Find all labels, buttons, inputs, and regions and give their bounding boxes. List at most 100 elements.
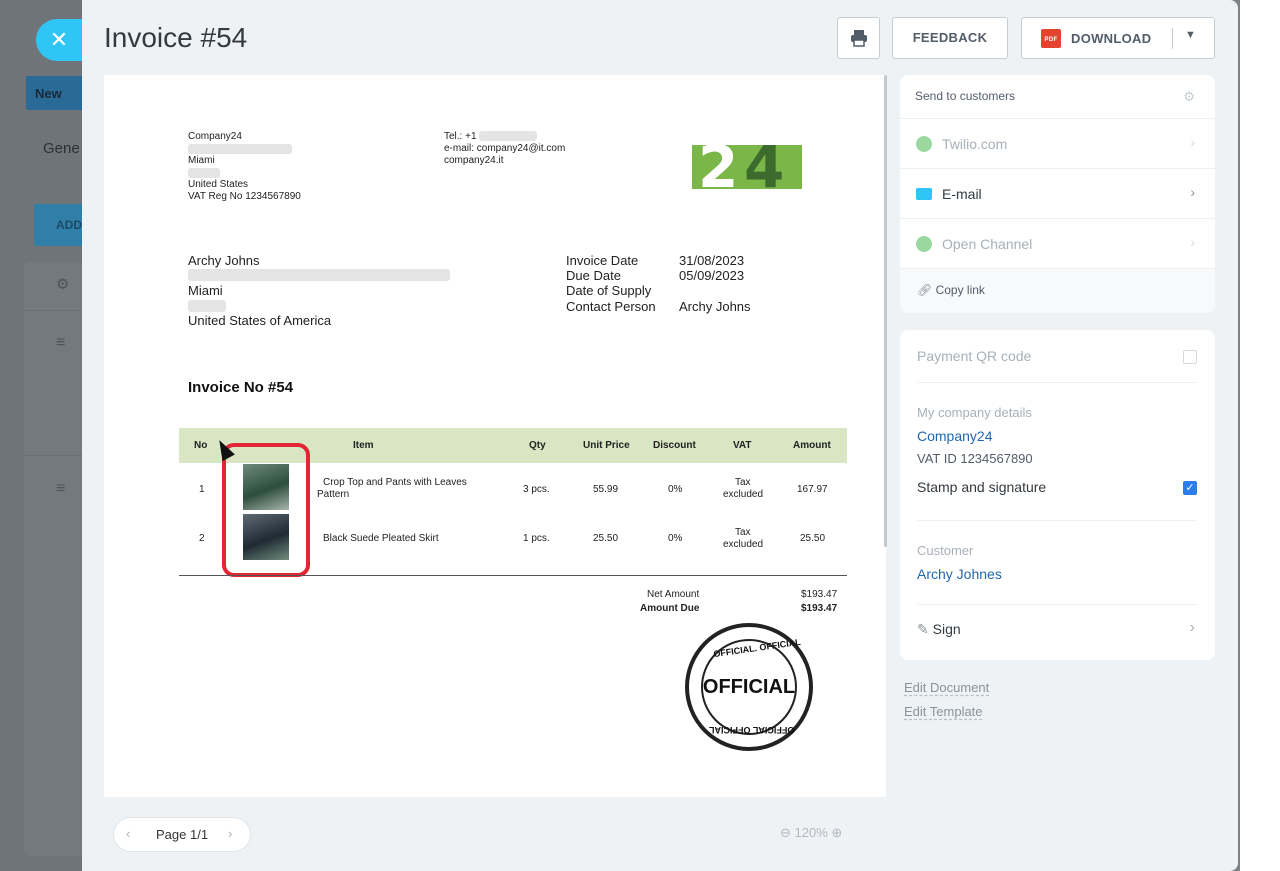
printer-icon	[850, 30, 867, 47]
table-cell-price: 55.99	[593, 484, 619, 495]
amount-due-value: $193.47	[801, 603, 838, 614]
zoom-level: 120%	[794, 825, 828, 840]
background-drag-icon: ≡	[56, 480, 66, 497]
net-amount-label: Net Amount	[647, 589, 700, 600]
zoom-out-icon[interactable]: ⊖	[780, 825, 791, 840]
column-header: Amount	[793, 440, 831, 451]
company-city: Miami	[188, 155, 215, 166]
table-cell-amount: 167.97	[797, 484, 828, 495]
customer-name-link[interactable]: Archy Johnes	[917, 566, 1002, 582]
link-icon: 🔗︎	[917, 283, 933, 297]
table-cell-discount: 0%	[668, 484, 683, 495]
highlight-box	[222, 443, 310, 577]
page-title: Invoice #54	[104, 22, 248, 53]
download-button[interactable]: PDF DOWNLOAD ▼	[1021, 17, 1215, 59]
whatsapp-icon	[916, 136, 932, 152]
chat-icon	[916, 236, 932, 252]
edit-template-link[interactable]: Edit Template	[904, 704, 983, 719]
chevron-right-icon[interactable]: ›	[228, 826, 232, 841]
company-phone: Tel.: +1	[444, 131, 477, 142]
column-header: Qty	[529, 440, 546, 451]
document-scrollbar[interactable]	[884, 75, 887, 547]
zoom-in-icon[interactable]: ⊕	[831, 825, 842, 840]
send-card-header: Send to customers	[915, 89, 1016, 103]
column-header: Unit Price	[583, 440, 630, 451]
download-label: DOWNLOAD	[1071, 31, 1152, 46]
net-amount-value: $193.47	[801, 589, 838, 600]
background-gear-icon: ⚙	[56, 276, 70, 293]
chevron-right-icon: ›	[1189, 619, 1195, 636]
logo-digit-4: 4	[744, 145, 785, 189]
divider	[917, 382, 1197, 383]
background-panel	[24, 262, 82, 856]
meta-label: Contact Person	[566, 299, 656, 314]
background-add-button: ADD	[34, 204, 82, 246]
channel-email[interactable]: E-mail ›	[900, 168, 1215, 218]
background-divider	[24, 455, 82, 456]
table-cell-discount: 0%	[668, 533, 683, 544]
page-navigator: ‹ Page 1/1 ›	[114, 818, 250, 851]
table-cell-no: 2	[199, 533, 205, 544]
company-section-label: My company details	[917, 405, 1032, 420]
table-cell-item: Pattern	[317, 489, 350, 500]
sign-button[interactable]: ✎ Sign	[917, 621, 961, 638]
button-separator	[1172, 28, 1173, 49]
column-header: VAT	[733, 440, 752, 451]
meta-value: Archy Johns	[679, 299, 751, 314]
feedback-button[interactable]: FEEDBACK	[892, 17, 1008, 59]
chevron-right-icon: ›	[1190, 184, 1195, 200]
redacted-text	[188, 269, 450, 281]
print-button[interactable]	[837, 17, 880, 59]
copy-link-button[interactable]: 🔗︎ Copy link	[917, 283, 985, 297]
qr-code-label: Payment QR code	[917, 348, 1032, 364]
meta-label: Invoice Date	[566, 253, 639, 268]
company-email: e-mail: company24@it.com	[444, 143, 566, 154]
chevron-down-icon[interactable]: ▼	[1185, 29, 1196, 41]
invoice-details-card: Payment QR code My company details Compa…	[900, 330, 1215, 660]
close-icon: ✕	[49, 27, 69, 52]
channel-label: E-mail	[942, 186, 982, 202]
pdf-icon: PDF	[1041, 29, 1061, 48]
company-name: Company24	[188, 131, 242, 142]
company-site: company24.it	[444, 155, 504, 166]
customer-section-label: Customer	[917, 543, 974, 558]
channel-open-channel[interactable]: Open Channel ›	[900, 218, 1215, 268]
chevron-left-icon[interactable]: ‹	[126, 826, 130, 841]
gear-icon[interactable]: ⚙	[1183, 89, 1195, 105]
pen-icon: ✎	[917, 621, 929, 637]
table-cell-vat: excluded	[723, 489, 764, 500]
send-to-customers-card: Send to customers ⚙ Twilio.com › E-mail …	[900, 75, 1215, 313]
background-new-button: New	[26, 76, 82, 110]
channel-twilio[interactable]: Twilio.com ›	[900, 118, 1215, 168]
table-cell-item: Black Suede Pleated Skirt	[323, 533, 439, 544]
chevron-right-icon: ›	[1190, 134, 1195, 150]
stamp-signature-checkbox[interactable]: ✓	[1183, 481, 1197, 495]
table-cell-qty: 3 pcs.	[523, 484, 550, 495]
divider	[917, 604, 1197, 605]
column-header: No	[194, 440, 208, 451]
table-cell-price: 25.50	[593, 533, 619, 544]
background-drag-icon: ≡	[56, 334, 66, 351]
table-cell-vat: Tax	[735, 527, 751, 538]
background-divider	[24, 310, 82, 311]
qr-code-checkbox[interactable]	[1183, 350, 1197, 364]
meta-label: Date of Supply	[566, 283, 652, 298]
close-button[interactable]: ✕	[36, 19, 82, 61]
copy-link-label: Copy link	[935, 283, 985, 297]
chevron-right-icon: ›	[1190, 234, 1195, 250]
column-header: Item	[353, 440, 374, 451]
company-vat: VAT Reg No 1234567890	[188, 191, 301, 202]
company-country: United States	[188, 179, 249, 190]
invoice-slider: Invoice #54 FEEDBACK PDF DOWNLOAD ▼ Comp…	[82, 0, 1238, 871]
table-cell-no: 1	[199, 484, 205, 495]
table-cell-vat: excluded	[723, 539, 764, 550]
stamp-center-text: OFFICIAL	[702, 676, 796, 698]
zoom-control: ⊖ 120% ⊕	[780, 825, 842, 841]
logo-digit-2: 2	[698, 145, 739, 189]
table-cell-item: Crop Top and Pants with Leaves	[323, 477, 467, 488]
channel-label: Twilio.com	[942, 136, 1008, 152]
column-header: Discount	[653, 440, 696, 451]
company-name-link[interactable]: Company24	[917, 428, 993, 444]
table-cell-vat: Tax	[735, 477, 751, 488]
edit-document-link[interactable]: Edit Document	[904, 680, 989, 695]
